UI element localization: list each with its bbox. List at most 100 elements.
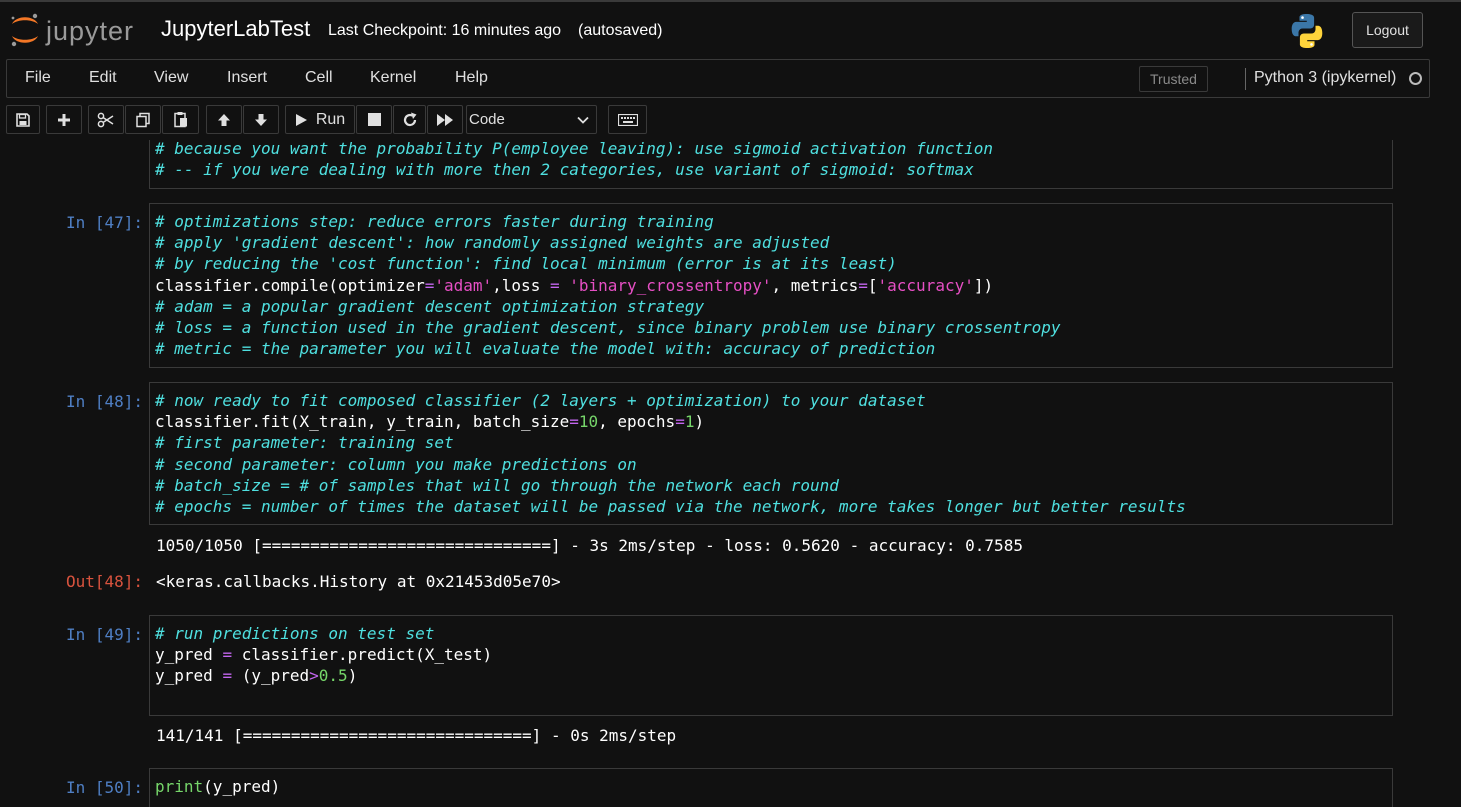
copy-cell-button[interactable] <box>125 105 161 134</box>
code-text: classifier.fit(X_train, y_train, batch_s… <box>155 412 570 432</box>
code-text: classifier.compile(optimizer <box>155 275 425 295</box>
cell-prompt-out-48: Out[48]: <box>65 572 143 591</box>
code-text: (y_pred <box>232 666 310 686</box>
code-comment: # epochs = number of times the dataset w… <box>155 497 1186 517</box>
code-builtin: print <box>155 777 204 796</box>
save-icon <box>16 112 30 127</box>
keyboard-icon <box>617 113 638 126</box>
code-number: 10 <box>578 412 599 432</box>
run-cell-button[interactable]: Run <box>285 105 355 134</box>
move-down-button[interactable] <box>243 105 279 134</box>
scissors-icon <box>97 112 114 127</box>
copy-icon <box>136 112 150 127</box>
notebook-name[interactable]: JupyterLabTest <box>161 16 310 42</box>
code-cell-49[interactable]: # run predictions on test set y_pred = c… <box>149 615 1393 716</box>
cell-stream-output-49: 141/141 [==============================]… <box>156 726 677 745</box>
code-text: classifier.predict(X_test) <box>232 645 493 665</box>
fast-forward-icon <box>437 113 453 126</box>
kernel-separator <box>1245 68 1246 90</box>
play-icon <box>295 113 307 126</box>
kernel-name[interactable]: Python 3 (ipykernel) <box>1254 69 1396 87</box>
logout-button[interactable]: Logout <box>1352 12 1423 48</box>
code-text: , epochs <box>598 412 676 432</box>
cell-result-output-48: <keras.callbacks.History at 0x21453d05e7… <box>156 572 561 591</box>
code-operator: = <box>675 412 685 432</box>
code-line: y_pred = classifier.predict(X_test) <box>155 645 492 664</box>
menu-kernel[interactable]: Kernel <box>370 69 416 87</box>
code-comment: # now ready to fit composed classifier (… <box>155 391 926 410</box>
code-string: 'adam' <box>434 275 493 295</box>
code-text: ) <box>694 412 705 432</box>
restart-kernel-button[interactable] <box>393 105 426 134</box>
code-cell-50[interactable]: print(y_pred) <box>149 768 1393 807</box>
menu-file[interactable]: File <box>25 69 51 87</box>
trusted-indicator[interactable]: Trusted <box>1139 66 1208 92</box>
code-comment: # loss = a function used in the gradient… <box>155 318 1061 338</box>
command-palette-button[interactable] <box>608 105 647 134</box>
arrow-down-icon <box>255 113 267 126</box>
code-comment: # run predictions on test set <box>155 624 435 643</box>
menu-view[interactable]: View <box>154 69 188 87</box>
jupyter-logo-icon <box>11 13 38 47</box>
code-comment: # apply 'gradient descent': how randomly… <box>155 233 830 253</box>
cell-stream-output-48: 1050/1050 [=============================… <box>156 536 1023 555</box>
interrupt-kernel-button[interactable] <box>356 105 392 134</box>
cell-code: # run predictions on test set y_pred = c… <box>155 623 492 687</box>
code-text: ) <box>347 666 358 686</box>
cell-code: # because you want the probability P(emp… <box>155 140 993 180</box>
insert-cell-button[interactable] <box>46 105 82 134</box>
restart-run-all-button[interactable] <box>427 105 463 134</box>
plus-icon <box>58 113 70 126</box>
cell-prompt-in-50: In [50]: <box>65 778 143 797</box>
code-comment: # adam = a popular gradient descent opti… <box>155 296 705 316</box>
stop-icon <box>367 113 381 126</box>
menu-help[interactable]: Help <box>455 69 488 87</box>
toolbar: Run <box>0 100 1461 140</box>
code-cell-48[interactable]: # now ready to fit composed classifier (… <box>149 382 1393 525</box>
code-comment: # metric = the parameter you will evalua… <box>155 339 936 359</box>
code-number: 0.5 <box>318 666 348 686</box>
code-operator: = <box>858 275 868 295</box>
jupyter-logo-text: jupyter <box>46 16 135 46</box>
cell-type-select[interactable]: Code <box>466 105 597 134</box>
autosave-status: (autosaved) <box>578 22 663 39</box>
code-comment: # because you want the probability P(emp… <box>155 140 994 158</box>
menu-cell[interactable]: Cell <box>305 69 333 87</box>
code-comment: # batch_size = # of samples that will go… <box>155 475 839 495</box>
cell-code: # now ready to fit composed classifier (… <box>155 390 1186 517</box>
code-operator: = <box>222 666 233 686</box>
code-text: ]) <box>973 275 994 295</box>
code-text: [ <box>867 275 878 295</box>
code-line: classifier.compile(optimizer = 'adam',loss… <box>155 276 993 295</box>
code-string: 'binary_crossentropy' <box>569 275 772 295</box>
cell-prompt-in-47: In [47]: <box>65 213 143 232</box>
code-text: , metrics <box>771 275 859 295</box>
code-text: ,loss <box>492 275 550 295</box>
code-line: y_pred = (y_pred>0.5) <box>155 666 357 685</box>
cell-prompt-in-48: In [48]: <box>65 392 143 411</box>
code-cell-47[interactable]: # optimizations step: reduce errors fast… <box>149 203 1393 368</box>
menu-insert[interactable]: Insert <box>227 69 267 87</box>
cut-cell-button[interactable] <box>88 105 124 134</box>
code-operator: > <box>309 666 319 686</box>
code-comment: # by reducing the 'cost function': find … <box>155 254 897 274</box>
jupyter-notebook-app: jupyter JupyterLabTest Last Checkpoint: … <box>0 0 1461 807</box>
cell-type-value: Code <box>469 111 505 128</box>
code-operator: = <box>569 412 579 432</box>
code-text: (y_pred) <box>203 777 281 796</box>
cell-code: # optimizations step: reduce errors fast… <box>155 211 1060 359</box>
save-button[interactable] <box>6 105 40 134</box>
chevron-down-icon <box>577 116 589 124</box>
move-up-button[interactable] <box>206 105 242 134</box>
restart-icon <box>403 112 416 126</box>
code-line: classifier.fit(X_train, y_train, batch_s… <box>155 412 704 431</box>
code-operator: = <box>549 275 560 295</box>
menu-edit[interactable]: Edit <box>89 69 117 87</box>
run-label: Run <box>315 110 346 128</box>
jupyter-logo[interactable]: jupyter <box>8 10 148 50</box>
code-cell-46[interactable]: # because you want the probability P(emp… <box>149 140 1393 189</box>
cell-prompt-in-49: In [49]: <box>65 625 143 644</box>
paste-cell-button[interactable] <box>162 105 199 134</box>
last-checkpoint: Last Checkpoint: 16 minutes ago <box>328 22 562 39</box>
